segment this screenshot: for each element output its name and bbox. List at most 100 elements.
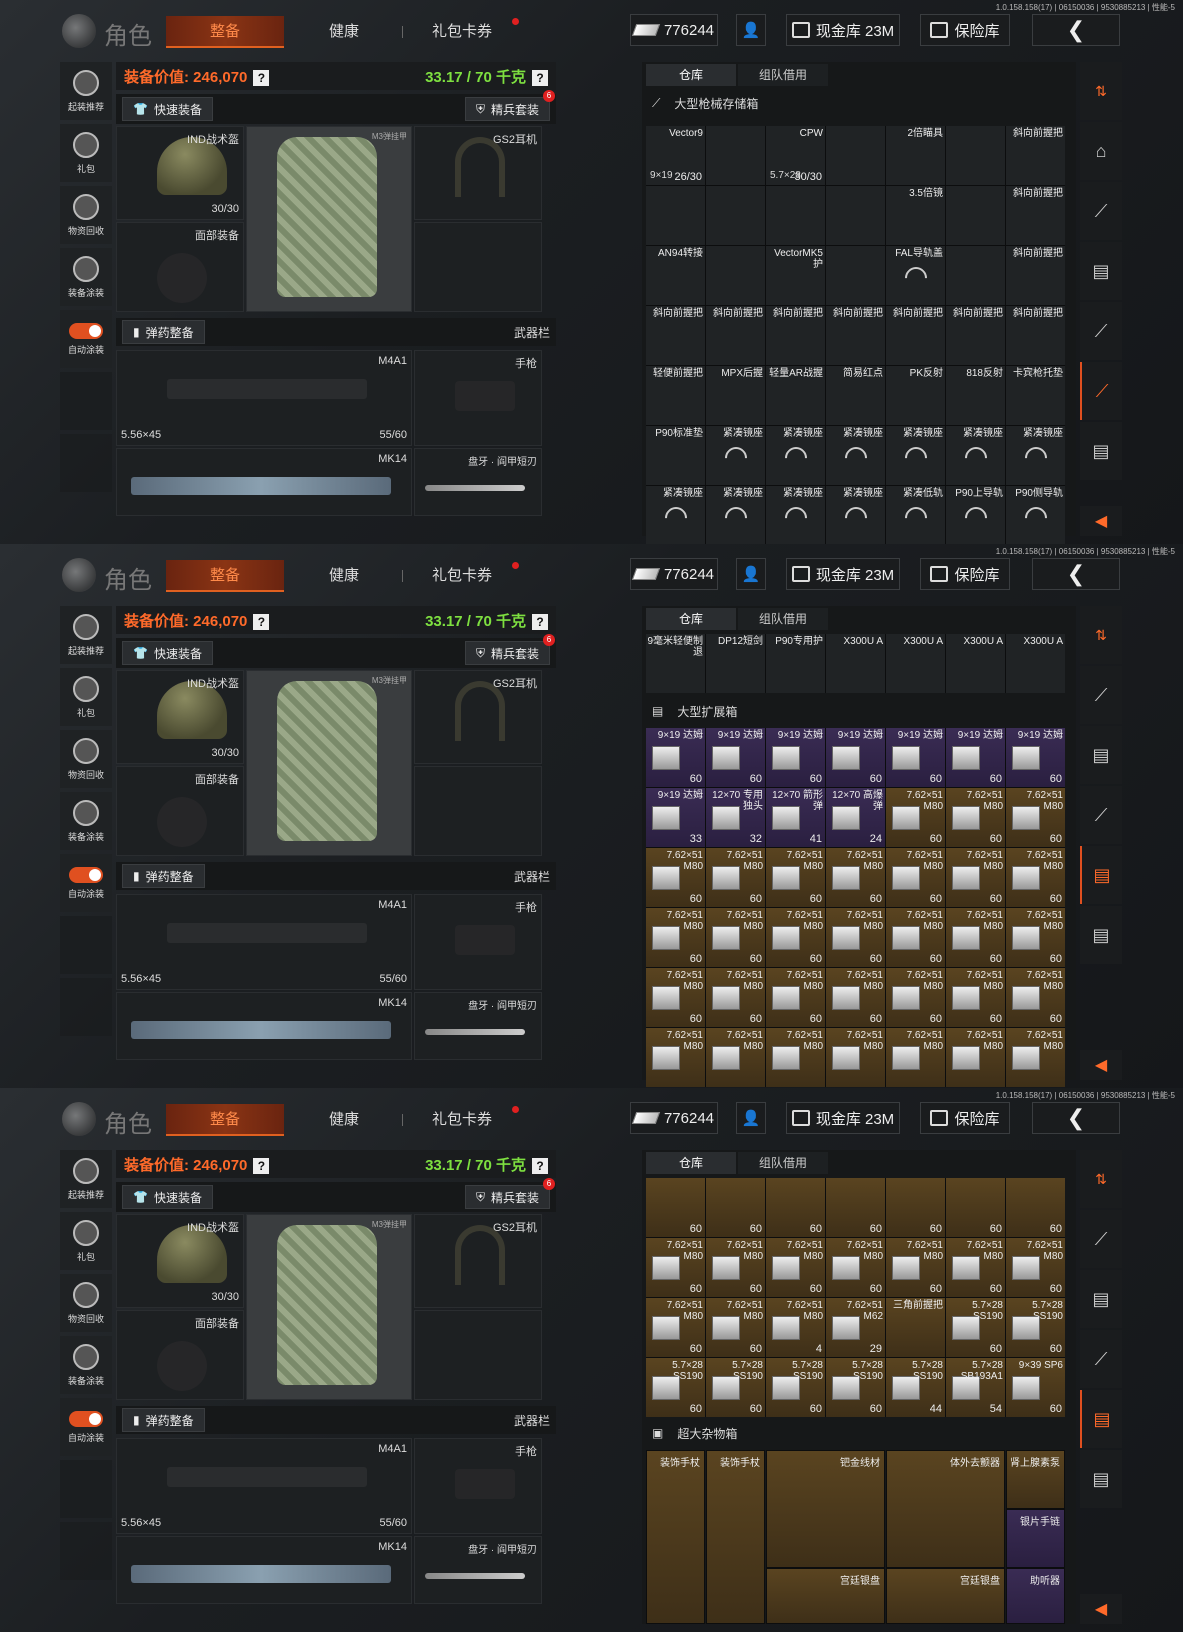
storage-cell[interactable]: FAL导轨盖 <box>886 246 945 305</box>
storage-cell[interactable]: X300U A <box>886 634 945 693</box>
box-category-active-icon[interactable]: ▤ <box>1080 846 1122 904</box>
face-slot[interactable]: 面部装备 <box>116 1310 244 1400</box>
storage-cell[interactable]: 5.7×28 SS190 60 <box>766 1358 825 1417</box>
storage-cell[interactable]: 斜向前握把 <box>766 306 825 365</box>
empty-gear-slot[interactable] <box>414 222 542 312</box>
quick-equip-button[interactable]: 👕 快速装备 <box>122 97 213 121</box>
storage-cell[interactable]: 7.62×51 M80 60 <box>706 908 765 967</box>
sidebar-item-gift[interactable]: 礼包 <box>60 1212 112 1270</box>
storage-cell[interactable]: 紧凑镜座 <box>766 426 825 485</box>
help-icon[interactable]: ? <box>253 613 270 630</box>
storage-cell[interactable]: 9×19 达姆 60 <box>646 728 705 787</box>
storage-cell[interactable]: Vector9 26/30 9×19 <box>646 126 705 185</box>
storage-cell[interactable]: 紧凑低轨 <box>886 486 945 544</box>
rifle-category-icon[interactable]: ⟋ <box>1080 182 1122 240</box>
storage-cell[interactable]: 7.62×51 M80 60 <box>706 1238 765 1297</box>
storage-cell[interactable]: 7.62×51 M80 60 <box>886 908 945 967</box>
back-button[interactable]: ❮ <box>1032 1102 1120 1134</box>
storage-cell[interactable]: 12×70 高爆弹 24 <box>826 788 885 847</box>
storage-cell[interactable]: 7.62×51 M62 29 <box>826 1298 885 1357</box>
storage-cell[interactable] <box>706 186 765 245</box>
tab-equip[interactable]: 整备 <box>166 560 284 592</box>
storage-cell[interactable]: 紧凑镜座 <box>646 486 705 544</box>
storage-cell[interactable]: 卡宾枪托垫 <box>1006 366 1065 425</box>
storage-cell[interactable]: 7.62×51 M80 60 <box>646 968 705 1027</box>
sort-icon[interactable]: ⇅ <box>1080 606 1122 664</box>
melee-slot[interactable]: 盘牙 · 阎甲短刃 <box>414 448 542 516</box>
storage-cell[interactable]: 5.7×28 SS190 60 <box>706 1358 765 1417</box>
storage-cell[interactable]: 12×70 专用独头 32 <box>706 788 765 847</box>
storage-cell[interactable]: 9×39 SP6 60 <box>1006 1358 1065 1417</box>
storage-cell[interactable]: 60 <box>766 1178 825 1237</box>
storage-cell[interactable]: 紧凑镜座 <box>706 426 765 485</box>
elite-set-button[interactable]: ⛨ 精兵套装 6 <box>464 1178 555 1209</box>
sidebar-item-loadout[interactable]: 起装推荐 <box>60 606 112 664</box>
armor-slot[interactable]: M3弹挂甲 <box>246 670 412 856</box>
auto-skin-toggle[interactable] <box>69 866 103 883</box>
rifle-category-icon[interactable]: ⟋ <box>1080 302 1122 360</box>
storage-cell[interactable]: 7.62×51 M80 60 <box>646 1298 705 1357</box>
storage-cell[interactable]: 7.62×51 M80 <box>706 1028 765 1087</box>
melee-slot[interactable]: 盘牙 · 阎甲短刃 <box>414 992 542 1060</box>
storage-cell[interactable]: 7.62×51 M80 4 <box>766 1298 825 1357</box>
storage-cell[interactable]: AN94转接 <box>646 246 705 305</box>
empty-gear-slot[interactable] <box>414 766 542 856</box>
primary-weapon-slot[interactable]: M4A1 5.56×45 55/60 <box>116 350 412 446</box>
ammo-prep-button[interactable]: ▮ 弹药整备 <box>122 320 205 344</box>
storage-cell[interactable]: 9×19 达姆 60 <box>1006 728 1065 787</box>
storage-cell[interactable]: 三角前握把 <box>886 1298 945 1357</box>
merchant-button[interactable]: 👤 <box>736 14 766 46</box>
storage-cell[interactable]: 7.62×51 M80 60 <box>946 968 1005 1027</box>
sidebar-item-skin[interactable]: 装备涂装 <box>60 248 112 306</box>
cash-vault-button[interactable]: 现金库 23M <box>786 14 900 46</box>
storage-cell[interactable]: 60 <box>826 1178 885 1237</box>
storage-cell[interactable]: 斜向前握把 <box>886 306 945 365</box>
sidebar-item-gift[interactable]: 礼包 <box>60 124 112 182</box>
storage-cell[interactable]: 7.62×51 M80 60 <box>826 848 885 907</box>
storage-cell[interactable]: P90标准垫 <box>646 426 705 485</box>
sidebar-item-loadout[interactable]: 起装推荐 <box>60 1150 112 1208</box>
storage-cell[interactable]: 7.62×51 M80 60 <box>946 848 1005 907</box>
storage-cell[interactable]: 斜向前握把 <box>646 306 705 365</box>
help-icon[interactable]: ? <box>253 69 270 86</box>
headset-slot[interactable]: GS2耳机 <box>414 1214 542 1308</box>
help-icon[interactable]: ? <box>532 69 548 86</box>
ammo-prep-button[interactable]: ▮ 弹药整备 <box>122 864 205 888</box>
storage-cell[interactable]: 7.62×51 M80 60 <box>886 968 945 1027</box>
tab-equip[interactable]: 整备 <box>166 1104 284 1136</box>
storage-cell[interactable]: MPX后握 <box>706 366 765 425</box>
box-category-icon[interactable]: ▤ <box>1080 242 1122 300</box>
storage-cell[interactable]: 7.62×51 M80 60 <box>646 908 705 967</box>
storage-cell[interactable]: 简易红点 <box>826 366 885 425</box>
storage-cell[interactable]: 斜向前握把 <box>946 306 1005 365</box>
storage-cell[interactable]: 7.62×51 M80 60 <box>826 908 885 967</box>
storage-cell[interactable]: 7.62×51 M80 60 <box>1006 1238 1065 1297</box>
storage-cell[interactable]: 7.62×51 M80 <box>946 1028 1005 1087</box>
face-slot[interactable]: 面部装备 <box>116 222 244 312</box>
storage-cell[interactable]: 斜向前握把 <box>706 306 765 365</box>
storage-cell[interactable]: 紧凑镜座 <box>1006 426 1065 485</box>
elite-set-button[interactable]: ⛨ 精兵套装 6 <box>464 90 555 121</box>
merchant-button[interactable]: 👤 <box>736 558 766 590</box>
help-icon[interactable]: ? <box>253 1157 270 1174</box>
face-slot[interactable]: 面部装备 <box>116 766 244 856</box>
headset-slot[interactable]: GS2耳机 <box>414 670 542 764</box>
storage-cell[interactable]: 5.7×28 SS190 60 <box>826 1358 885 1417</box>
sidebar-item-auto-skin[interactable]: 自动涂装 <box>60 310 112 368</box>
storage-cell[interactable]: 2倍瞄具 <box>886 126 945 185</box>
storage-cell[interactable]: 818反射 <box>946 366 1005 425</box>
rifle-category-icon[interactable]: ⟋ <box>1080 1210 1122 1268</box>
tab-gift[interactable]: 礼包卡券 <box>412 1104 512 1136</box>
storage-cell[interactable]: 7.62×51 M80 60 <box>826 968 885 1027</box>
storage-cell[interactable]: 7.62×51 M80 60 <box>1006 908 1065 967</box>
box-category-icon[interactable]: ▤ <box>1080 906 1122 964</box>
cash-vault-button[interactable]: 现金库 23M <box>786 1102 900 1134</box>
storage-cell[interactable]: 7.62×51 M80 60 <box>886 848 945 907</box>
storage-cell[interactable]: 7.62×51 M80 60 <box>766 1238 825 1297</box>
headset-slot[interactable]: GS2耳机 <box>414 126 542 220</box>
tab-health[interactable]: 健康 <box>296 16 392 48</box>
storage-cell[interactable]: 7.62×51 M80 <box>646 1028 705 1087</box>
auto-skin-toggle[interactable] <box>69 322 103 339</box>
tab-warehouse[interactable]: 仓库 <box>646 608 736 630</box>
pistol-slot[interactable]: 手枪 <box>414 894 542 990</box>
